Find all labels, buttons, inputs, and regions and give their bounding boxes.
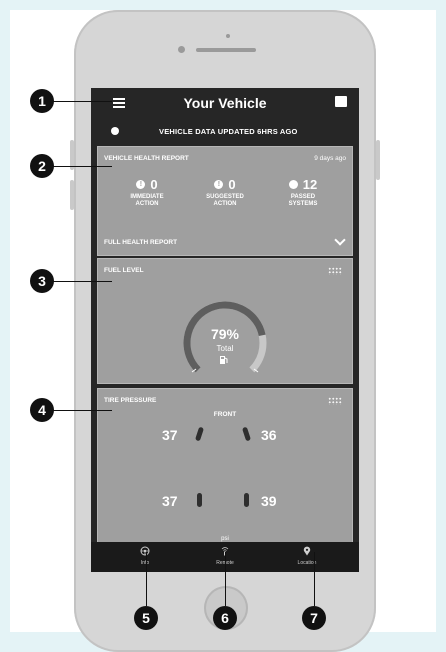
- health-stats: ! 0 IMMEDIATE ACTION ! 0 SUGGESTED ACTIO…: [98, 177, 352, 208]
- stat-label: ACTION: [213, 201, 237, 207]
- grid-icon[interactable]: [328, 397, 342, 405]
- check-icon: [288, 180, 298, 189]
- status-bar: VEHICLE DATA UPDATED 6HRS AGO: [101, 122, 349, 140]
- menu-icon[interactable]: [113, 98, 125, 108]
- tire-front-right-icon: [241, 426, 252, 442]
- callout-leader: [146, 552, 147, 606]
- stat-value: 12: [302, 177, 318, 192]
- stat-label: ACTION: [135, 201, 159, 207]
- tire-front-left-value: 37: [162, 427, 178, 443]
- stat-label: PASSED: [290, 194, 316, 200]
- health-report-title: VEHICLE HEALTH REPORT: [104, 155, 189, 162]
- stat-value: 0: [228, 177, 236, 192]
- fuel-gauge: [183, 301, 267, 373]
- nav-item-info[interactable]: Info: [115, 546, 175, 566]
- callout-4: 4: [30, 398, 54, 422]
- tire-pressure-title: TIRE PRESSURE: [104, 397, 157, 404]
- chevron-down-icon[interactable]: [334, 234, 346, 246]
- fuel-total-label: Total: [216, 344, 234, 353]
- status-text: VEHICLE DATA UPDATED 6HRS AGO: [159, 126, 298, 136]
- nav-item-location[interactable]: Location: [277, 546, 337, 566]
- status-indicator: [111, 127, 119, 135]
- tire-rear-left-value: 37: [162, 493, 178, 509]
- exclamation-icon: !: [214, 180, 224, 189]
- exclamation-icon: !: [136, 180, 146, 189]
- callout-2: 2: [30, 154, 54, 178]
- callout-leader: [52, 101, 112, 102]
- health-report-card[interactable]: VEHICLE HEALTH REPORT 9 days ago ! 0 IMM…: [97, 146, 353, 256]
- callout-3: 3: [30, 269, 54, 293]
- stat-label: IMMEDIATE: [130, 194, 164, 200]
- volume-down-button: [70, 180, 74, 210]
- power-button: [376, 140, 380, 180]
- callout-leader: [225, 552, 226, 606]
- tire-front-left-icon: [194, 426, 205, 442]
- page-title: Your Vehicle: [183, 95, 267, 111]
- stat-label: SUGGESTED: [206, 194, 244, 200]
- front-label: FRONT: [213, 411, 237, 418]
- callout-6: 6: [213, 606, 237, 630]
- callout-leader: [52, 166, 112, 167]
- steering-wheel-icon: [140, 546, 150, 556]
- tire-rear-right-icon: [244, 493, 249, 507]
- tire-pressure-card[interactable]: TIRE PRESSURE FRONT 37 36 37 39 psi: [97, 388, 353, 550]
- chat-icon[interactable]: [335, 96, 347, 107]
- stat-immediate-action[interactable]: ! 0 IMMEDIATE ACTION: [112, 177, 182, 208]
- grid-icon[interactable]: [328, 267, 342, 275]
- stat-value: 0: [150, 177, 158, 192]
- tire-front-right-value: 36: [261, 427, 277, 443]
- front-camera: [178, 46, 185, 53]
- fuel-level-title: FUEL LEVEL: [104, 267, 144, 274]
- callout-leader: [52, 281, 112, 282]
- phone-screen: Your Vehicle VEHICLE DATA UPDATED 6HRS A…: [91, 88, 359, 572]
- sensor-dot: [226, 34, 230, 38]
- callout-5: 5: [134, 606, 158, 630]
- callout-leader: [52, 410, 112, 411]
- fuel-pump-icon: [220, 356, 228, 364]
- stat-label: SYSTEMS: [288, 201, 318, 207]
- callout-7: 7: [302, 606, 326, 630]
- nav-item-label: Info: [140, 560, 150, 566]
- tire-rear-right-value: 39: [261, 493, 277, 509]
- stat-passed-systems[interactable]: 12 PASSED SYSTEMS: [268, 177, 338, 208]
- app-header: Your Vehicle: [91, 88, 359, 118]
- fuel-percent: 79%: [210, 326, 240, 342]
- nav-item-label: Location: [297, 560, 317, 566]
- stat-suggested-action[interactable]: ! 0 SUGGESTED ACTION: [190, 177, 260, 208]
- callout-leader: [314, 552, 315, 606]
- full-health-report-link[interactable]: FULL HEALTH REPORT: [104, 239, 177, 246]
- fuel-level-card[interactable]: FUEL LEVEL 79% Total: [97, 258, 353, 384]
- tire-rear-left-icon: [197, 493, 202, 507]
- callout-1: 1: [30, 89, 54, 113]
- location-pin-icon: [303, 546, 311, 556]
- health-report-age: 9 days ago: [314, 155, 346, 162]
- earpiece-speaker: [196, 48, 256, 52]
